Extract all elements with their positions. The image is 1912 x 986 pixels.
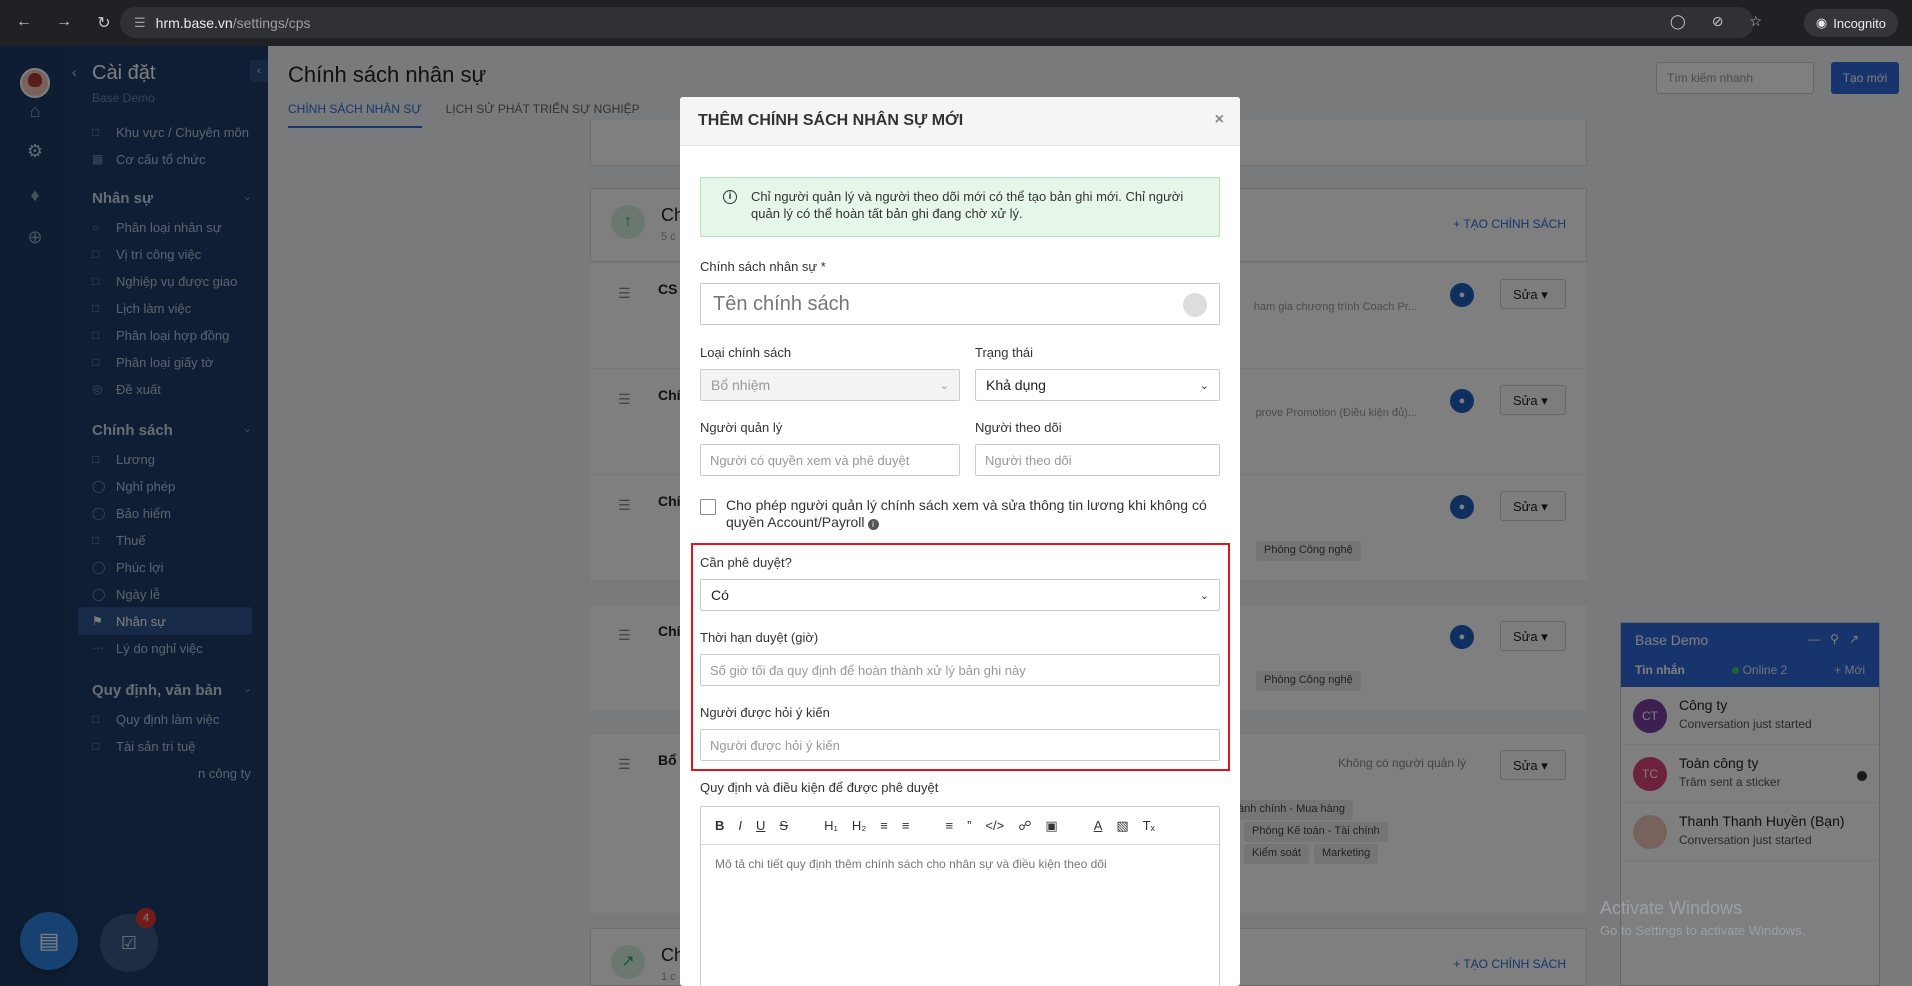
status-label: Trạng thái	[975, 345, 1034, 360]
star-icon[interactable]: ☆	[1749, 13, 1762, 30]
align-icon[interactable]: ≡	[945, 818, 953, 833]
strike-icon[interactable]: S	[779, 818, 788, 833]
checkbox-text: Cho phép người quản lý chính sách xem và…	[726, 497, 1207, 530]
editor-placeholder[interactable]: Mô tả chi tiết quy định thêm chính sách …	[701, 845, 1219, 883]
chevron-down-icon: ⌄	[1199, 379, 1209, 392]
reload-icon[interactable]: ↻	[94, 13, 114, 33]
emoji-icon[interactable]	[1183, 293, 1207, 317]
manager-placeholder: Người có quyền xem và phê duyệt	[710, 452, 910, 468]
chevron-down-icon: ⌄	[1199, 589, 1209, 602]
payroll-permission-checkbox[interactable]	[700, 499, 716, 515]
code-icon[interactable]: </>	[985, 818, 1004, 833]
editor-toolbar: B I U S H₁ H₂ ≡ ≡ ≡ ” </> ☍ ▣ A ▧ Tₓ	[701, 807, 1219, 845]
info-icon: i	[723, 190, 737, 204]
info-icon[interactable]: i	[867, 519, 879, 530]
approval-label: Cần phê duyệt?	[700, 555, 792, 570]
bold-icon[interactable]: B	[715, 818, 724, 833]
image-icon[interactable]: ▣	[1045, 818, 1057, 834]
translate-icon[interactable]: ◯	[1670, 13, 1686, 30]
consult-input[interactable]: Người được hỏi ý kiến	[700, 729, 1220, 761]
url-host: hrm.base.vn	[155, 14, 233, 31]
status-value: Khả dụng	[986, 377, 1046, 393]
address-bar[interactable]: ☰ hrm.base.vn/settings/cps	[120, 7, 1754, 38]
policy-type-value: Bổ nhiệm	[711, 377, 771, 393]
consult-label: Người được hỏi ý kiến	[700, 705, 830, 720]
site-info-icon[interactable]: ☰	[134, 15, 146, 31]
clear-format-icon[interactable]: Tₓ	[1143, 818, 1155, 833]
deadline-label: Thời hạn duyệt (giờ)	[700, 630, 819, 645]
underline-icon[interactable]: U	[756, 818, 765, 833]
rules-editor: B I U S H₁ H₂ ≡ ≡ ≡ ” </> ☍ ▣ A ▧ Tₓ Mô …	[700, 806, 1220, 986]
add-policy-modal: THÊM CHÍNH SÁCH NHÂN SỰ MỚI × i Chỉ ngườ…	[680, 97, 1240, 986]
quote-icon[interactable]: ”	[967, 818, 971, 833]
windows-activation-watermark: Activate Windows Go to Settings to activ…	[1600, 898, 1805, 938]
approval-select[interactable]: Có ⌄	[700, 579, 1220, 611]
alert-text: Chỉ người quản lý và người theo dõi mới …	[751, 189, 1184, 221]
consult-placeholder: Người được hỏi ý kiến	[710, 737, 840, 753]
ordered-list-icon[interactable]: ≡	[880, 818, 888, 833]
follower-input[interactable]: Người theo dõi	[975, 444, 1220, 476]
policy-type-select: Bổ nhiệm ⌄	[700, 369, 960, 401]
follower-label: Người theo dõi	[975, 420, 1062, 435]
status-select[interactable]: Khả dụng ⌄	[975, 369, 1220, 401]
deadline-input[interactable]: Số giờ tối đa quy định để hoàn thành xử …	[700, 654, 1220, 686]
incognito-icon: ◉	[1815, 15, 1828, 30]
incognito-badge[interactable]: ◉ Incognito	[1803, 9, 1898, 37]
bullet-list-icon[interactable]: ≡	[902, 818, 910, 833]
deadline-placeholder: Số giờ tối đa quy định để hoàn thành xử …	[710, 662, 1026, 678]
italic-icon[interactable]: I	[738, 818, 742, 833]
rules-label: Quy định và điều kiện để được phê duyệt	[700, 780, 939, 795]
manager-label: Người quản lý	[700, 420, 783, 435]
url-path: /settings/cps	[232, 14, 311, 31]
browser-toolbar: ← → ↻ ☰ hrm.base.vn/settings/cps ◯ ⊘ ☆ ◉…	[0, 0, 1912, 46]
modal-header: THÊM CHÍNH SÁCH NHÂN SỰ MỚI ×	[680, 97, 1240, 146]
approval-value: Có	[711, 587, 729, 603]
follower-placeholder: Người theo dõi	[985, 452, 1072, 468]
background-color-icon[interactable]: ▧	[1116, 818, 1128, 834]
policy-name-placeholder: Tên chính sách	[713, 292, 850, 315]
manager-input[interactable]: Người có quyền xem và phê duyệt	[700, 444, 960, 476]
heading1-icon[interactable]: H₁	[824, 818, 838, 833]
text-color-icon[interactable]: A	[1094, 818, 1103, 833]
modal-title: THÊM CHÍNH SÁCH NHÂN SỰ MỚI	[698, 112, 964, 129]
link-icon[interactable]: ☍	[1018, 818, 1031, 834]
chevron-down-icon: ⌄	[939, 379, 949, 392]
eye-off-icon[interactable]: ⊘	[1712, 13, 1724, 30]
back-icon[interactable]: ←	[14, 13, 34, 33]
forward-icon[interactable]: →	[54, 13, 74, 33]
policy-name-label: Chính sách nhân sự *	[700, 259, 826, 274]
policy-type-label: Loại chính sách	[700, 345, 792, 360]
heading2-icon[interactable]: H₂	[852, 818, 866, 833]
activate-title: Activate Windows	[1600, 898, 1743, 918]
payroll-permission-label: Cho phép người quản lý chính sách xem và…	[726, 497, 1216, 531]
permission-alert: i Chỉ người quản lý và người theo dõi mớ…	[700, 177, 1220, 237]
incognito-label: Incognito	[1833, 15, 1886, 31]
activate-subtitle: Go to Settings to activate Windows.	[1600, 923, 1806, 938]
policy-name-input[interactable]: Tên chính sách	[700, 283, 1220, 325]
close-icon[interactable]: ×	[1215, 111, 1224, 129]
